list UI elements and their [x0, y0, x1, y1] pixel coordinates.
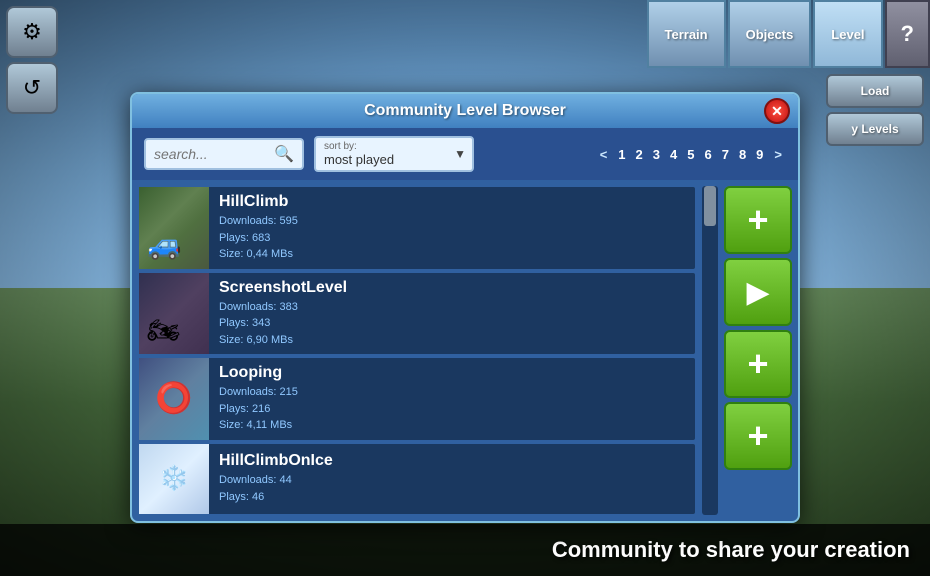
- list-item[interactable]: ScreenshotLevel Downloads: 383 Plays: 343…: [138, 272, 696, 356]
- sort-value: most played: [324, 152, 464, 167]
- level-button[interactable]: Level: [813, 0, 882, 68]
- help-button[interactable]: ?: [885, 0, 930, 68]
- list-scrollbar[interactable]: [702, 186, 718, 515]
- modal-list-area: HillClimb Downloads: 595 Plays: 683 Size:…: [132, 180, 798, 521]
- level-name: Looping: [219, 364, 298, 382]
- add-button-2[interactable]: +: [724, 330, 792, 398]
- level-info: ScreenshotLevel Downloads: 383 Plays: 343…: [209, 273, 357, 355]
- page-9[interactable]: 9: [753, 146, 766, 163]
- search-box[interactable]: 🔍: [144, 138, 304, 170]
- left-sidebar: ⚙ ↺: [0, 0, 68, 120]
- page-5[interactable]: 5: [684, 146, 697, 163]
- status-text: Community to share your creation: [552, 537, 910, 563]
- page-8[interactable]: 8: [736, 146, 749, 163]
- page-1[interactable]: 1: [615, 146, 628, 163]
- next-page-button[interactable]: >: [770, 145, 786, 164]
- level-stats: Downloads: 44 Plays: 46: [219, 472, 333, 505]
- prev-page-button[interactable]: <: [596, 145, 612, 164]
- add-button-3[interactable]: +: [724, 402, 792, 470]
- modal-titlebar: Community Level Browser ✕: [132, 94, 798, 128]
- modal-controls: 🔍 sort by: most played ▼ < 1 2 3 4 5 6 7…: [132, 128, 798, 180]
- pagination: < 1 2 3 4 5 6 7 8 9 >: [596, 145, 786, 164]
- top-toolbar: Terrain Objects Level ?: [645, 0, 930, 68]
- level-thumbnail: [139, 273, 209, 355]
- level-thumbnail: [139, 444, 209, 514]
- right-panel: Load y Levels: [820, 68, 930, 152]
- objects-button[interactable]: Objects: [728, 0, 812, 68]
- page-4[interactable]: 4: [667, 146, 680, 163]
- gear-button[interactable]: ⚙: [6, 6, 58, 58]
- level-stats: Downloads: 595 Plays: 683 Size: 0,44 MBs: [219, 213, 298, 263]
- community-level-browser-modal: Community Level Browser ✕ 🔍 sort by: mos…: [130, 92, 800, 523]
- refresh-icon: ↺: [23, 75, 41, 101]
- refresh-button[interactable]: ↺: [6, 62, 58, 114]
- sort-dropdown[interactable]: sort by: most played ▼: [314, 136, 474, 172]
- level-info: HillClimbOnIce Downloads: 44 Plays: 46: [209, 444, 343, 514]
- page-7[interactable]: 7: [719, 146, 732, 163]
- search-icon: 🔍: [274, 144, 294, 164]
- level-thumbnail: [139, 358, 209, 440]
- search-input[interactable]: [154, 146, 270, 162]
- page-3[interactable]: 3: [650, 146, 663, 163]
- list-item[interactable]: HillClimb Downloads: 595 Plays: 683 Size:…: [138, 186, 696, 270]
- action-buttons: + ▶ + +: [724, 186, 792, 515]
- level-thumbnail: [139, 187, 209, 269]
- status-bar: Community to share your creation: [0, 524, 930, 576]
- add-button-1[interactable]: +: [724, 186, 792, 254]
- page-6[interactable]: 6: [701, 146, 714, 163]
- my-levels-button[interactable]: y Levels: [826, 112, 924, 146]
- page-2[interactable]: 2: [633, 146, 646, 163]
- scrollbar-thumb[interactable]: [704, 186, 716, 226]
- level-name: HillClimb: [219, 193, 298, 211]
- list-item[interactable]: Looping Downloads: 215 Plays: 216 Size: 4…: [138, 357, 696, 441]
- sort-label: sort by:: [324, 141, 464, 152]
- level-stats: Downloads: 215 Plays: 216 Size: 4,11 MBs: [219, 384, 298, 434]
- level-name: ScreenshotLevel: [219, 279, 347, 297]
- gear-icon: ⚙: [22, 19, 42, 45]
- load-button[interactable]: Load: [826, 74, 924, 108]
- modal-title: Community Level Browser: [364, 102, 566, 120]
- level-name: HillClimbOnIce: [219, 452, 333, 470]
- modal-close-button[interactable]: ✕: [764, 98, 790, 124]
- terrain-button[interactable]: Terrain: [647, 0, 726, 68]
- sort-arrow-icon: ▼: [454, 147, 466, 161]
- list-item[interactable]: HillClimbOnIce Downloads: 44 Plays: 46: [138, 443, 696, 515]
- level-info: HillClimb Downloads: 595 Plays: 683 Size:…: [209, 187, 308, 269]
- level-stats: Downloads: 383 Plays: 343 Size: 6,90 MBs: [219, 299, 347, 349]
- play-button[interactable]: ▶: [724, 258, 792, 326]
- level-list: HillClimb Downloads: 595 Plays: 683 Size:…: [138, 186, 696, 515]
- level-info: Looping Downloads: 215 Plays: 216 Size: 4…: [209, 358, 308, 440]
